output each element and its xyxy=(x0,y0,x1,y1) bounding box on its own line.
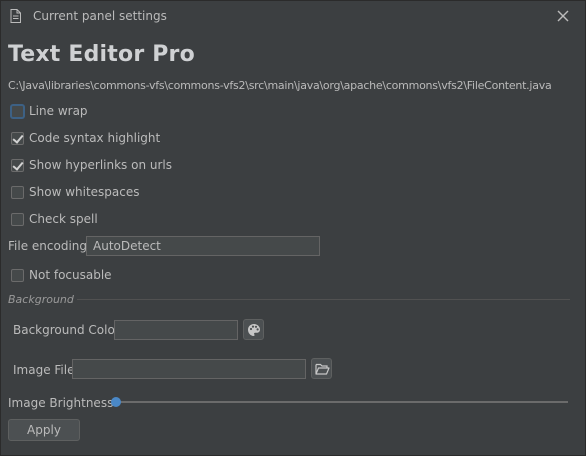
background-color-label: Background Color xyxy=(13,323,120,337)
checkbox-box[interactable] xyxy=(11,158,24,172)
checkbox-box[interactable] xyxy=(11,212,24,226)
image-brightness-label: Image Brightness xyxy=(8,396,114,410)
brightness-slider-track[interactable] xyxy=(116,401,568,403)
checkbox-box[interactable] xyxy=(11,268,24,282)
file-encoding-field[interactable]: AutoDetect xyxy=(86,236,320,256)
browse-file-button[interactable] xyxy=(311,358,332,379)
line-wrap-checkbox[interactable]: Line wrap xyxy=(11,103,88,119)
file-path: C:\Java\libraries\commons-vfs\commons-vf… xyxy=(8,79,552,92)
window-title: Current panel settings xyxy=(33,9,167,23)
whitespaces-checkbox[interactable]: Show whitespaces xyxy=(11,184,140,200)
brightness-slider-thumb[interactable] xyxy=(111,397,121,407)
dialog-frame xyxy=(0,0,586,456)
not-focusable-label: Not focusable xyxy=(29,268,112,282)
hyperlinks-label: Show hyperlinks on urls xyxy=(29,158,173,172)
hyperlinks-checkbox[interactable]: Show hyperlinks on urls xyxy=(11,157,172,173)
title-bar: Current panel settings xyxy=(0,0,586,33)
apply-button[interactable]: Apply xyxy=(8,419,80,441)
line-wrap-label: Line wrap xyxy=(29,104,88,118)
document-icon xyxy=(10,9,21,23)
file-encoding-label: File encoding xyxy=(8,239,87,253)
check-spell-checkbox[interactable]: Check spell xyxy=(11,211,98,227)
check-spell-label: Check spell xyxy=(29,212,98,226)
not-focusable-checkbox[interactable]: Not focusable xyxy=(11,267,112,283)
code-syntax-checkbox[interactable]: Code syntax highlight xyxy=(11,130,160,146)
image-file-label: Image File xyxy=(13,363,75,377)
code-syntax-label: Code syntax highlight xyxy=(29,131,161,145)
whitespaces-label: Show whitespaces xyxy=(29,185,140,199)
page-title: Text Editor Pro xyxy=(8,42,195,67)
checkbox-box[interactable] xyxy=(11,104,24,118)
color-picker-button[interactable] xyxy=(243,319,264,340)
checkbox-box[interactable] xyxy=(11,131,24,145)
background-color-field[interactable] xyxy=(114,320,238,340)
image-file-field[interactable] xyxy=(72,359,306,379)
section-divider xyxy=(77,299,570,300)
close-icon[interactable] xyxy=(555,8,571,24)
background-section-label: Background xyxy=(8,293,74,306)
checkbox-box[interactable] xyxy=(11,185,24,199)
